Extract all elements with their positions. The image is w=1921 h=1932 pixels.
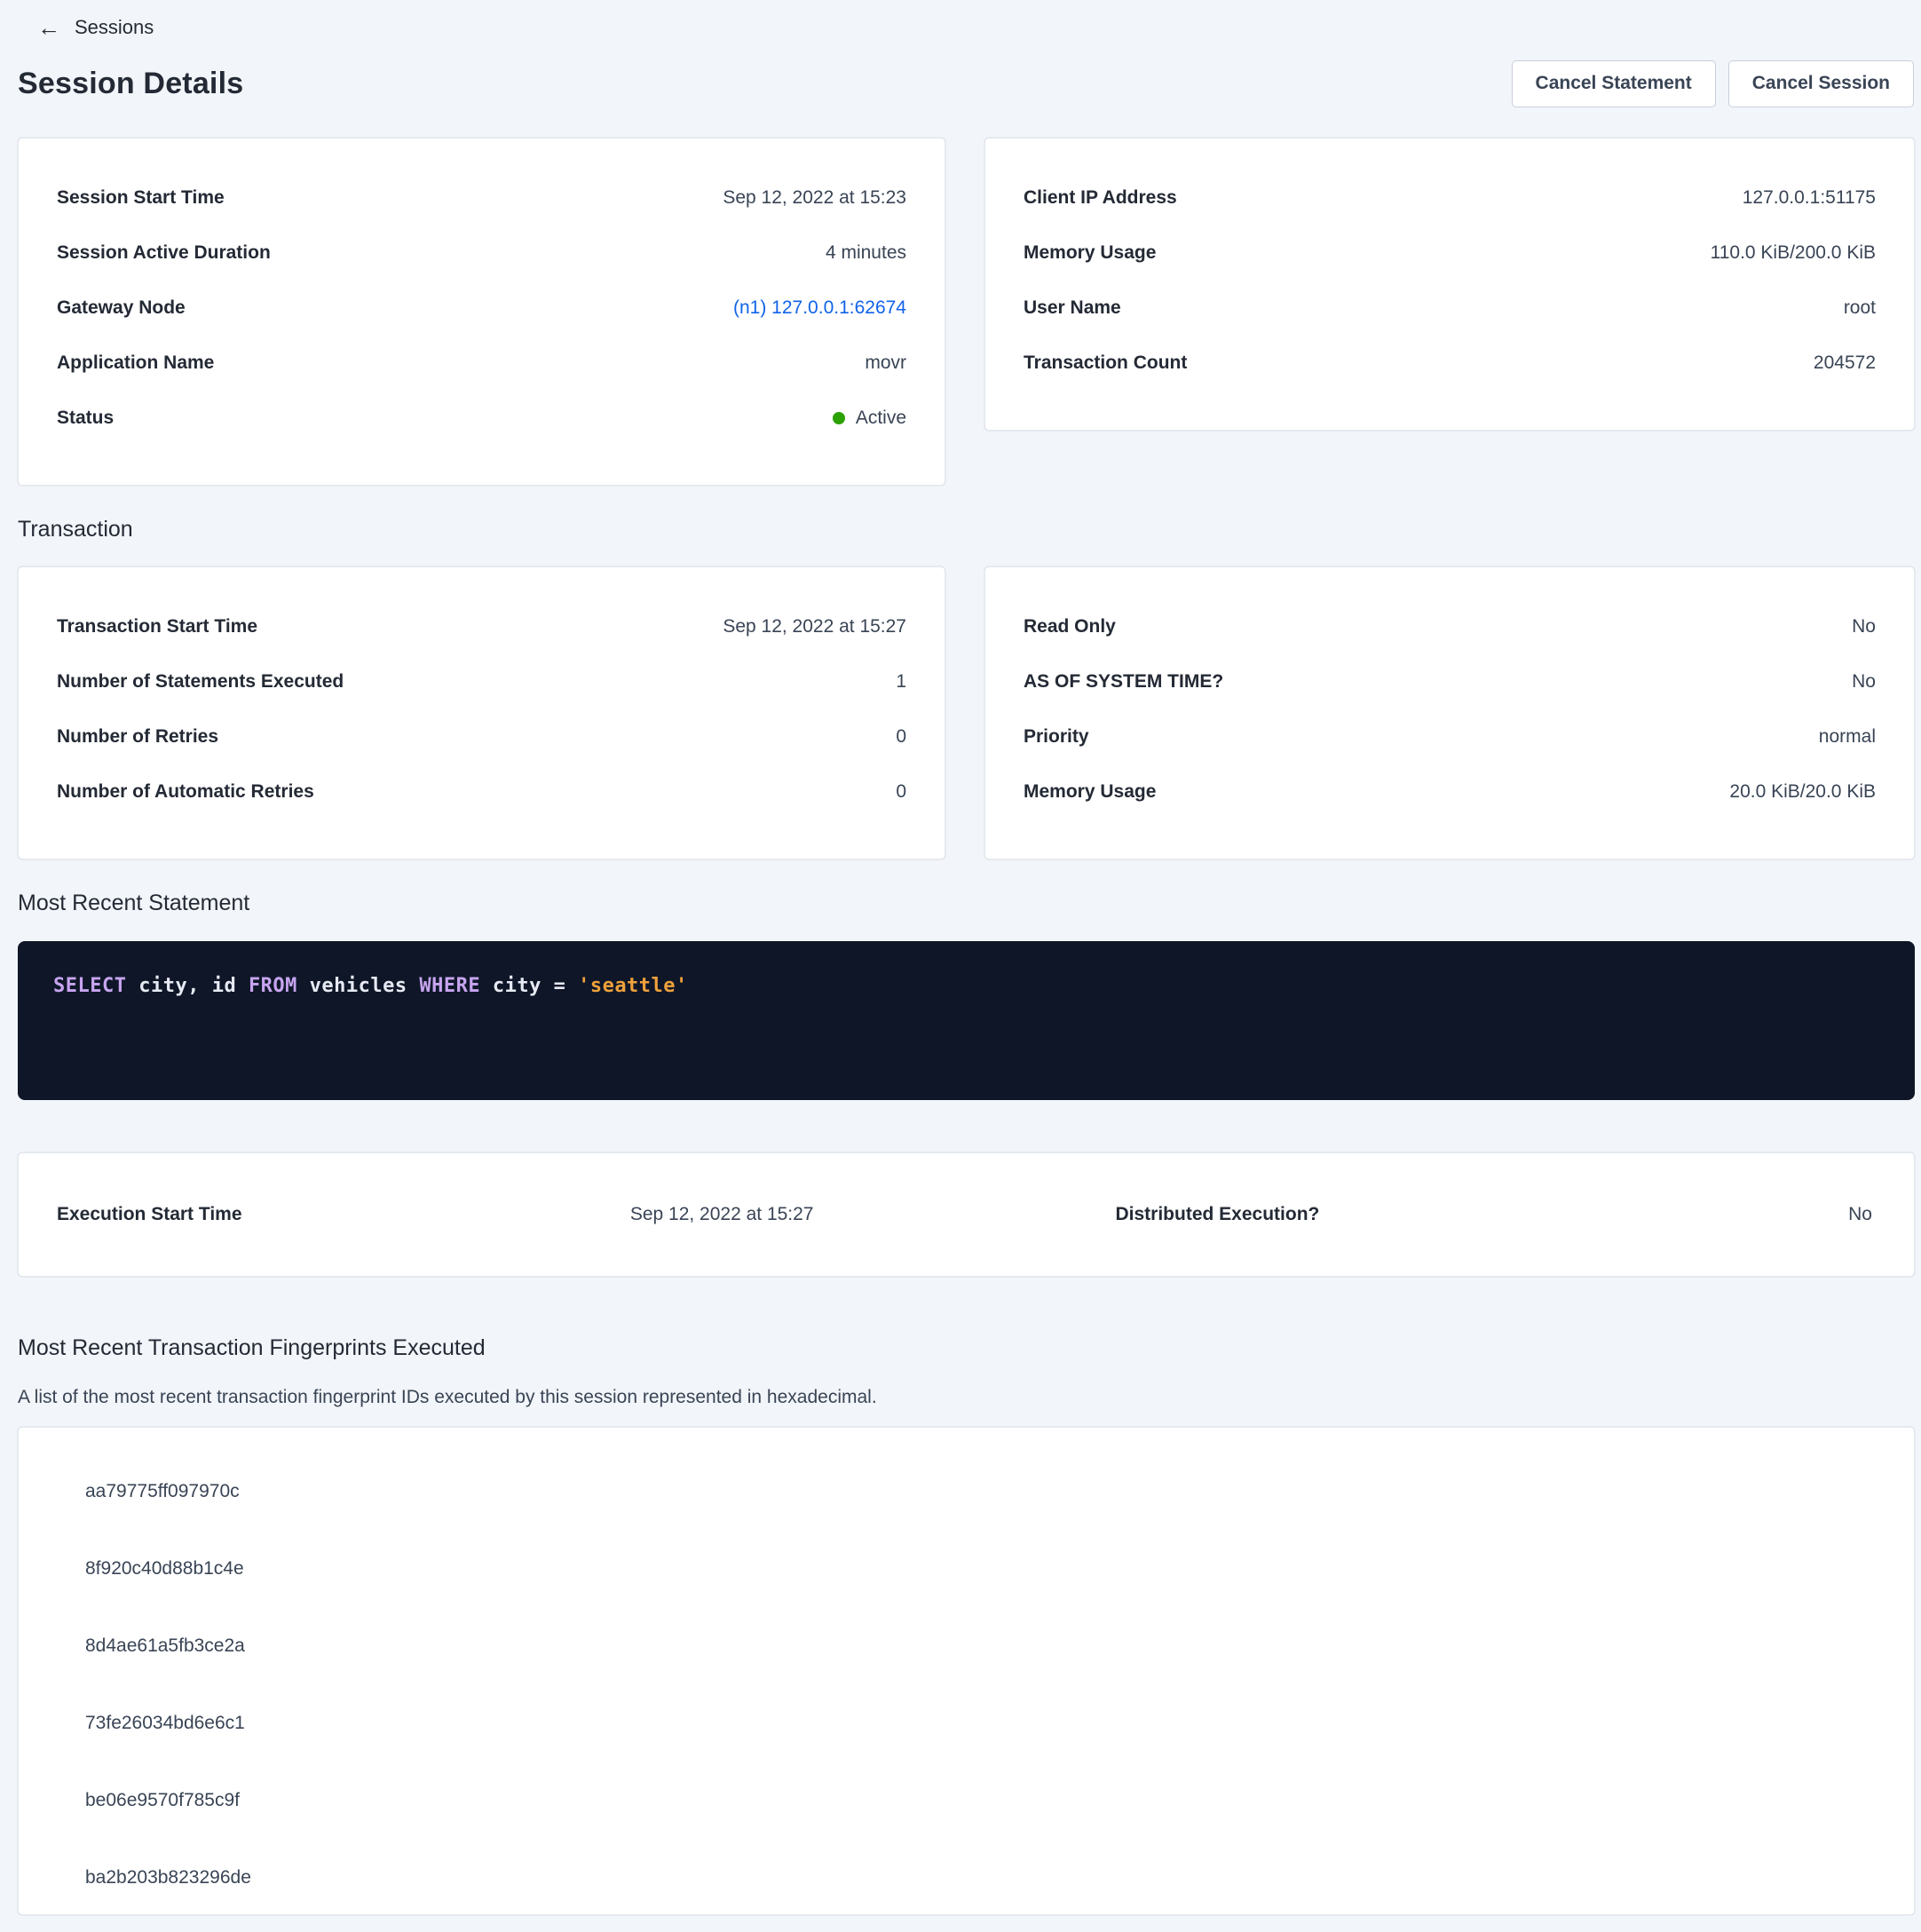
status-badge: Active bbox=[833, 408, 906, 429]
row-label: User Name bbox=[1024, 297, 1121, 319]
sql-statement-text: SELECT city, id FROM vehicles WHERE city… bbox=[53, 975, 1879, 997]
distributed-execution-item: Distributed Execution? No bbox=[1116, 1204, 1873, 1225]
table-row: Status Active bbox=[57, 391, 906, 446]
row-value: 127.0.0.1:51175 bbox=[1743, 187, 1876, 209]
row-value: No bbox=[1852, 671, 1876, 693]
session-summary-cards: Session Start Time Sep 12, 2022 at 15:23… bbox=[18, 138, 1915, 486]
row-label: Read Only bbox=[1024, 616, 1116, 637]
row-label: Application Name bbox=[57, 352, 214, 374]
back-to-sessions-link[interactable]: ← Sessions bbox=[18, 12, 1915, 43]
row-value: 0 bbox=[896, 726, 906, 748]
table-row: Transaction Count 204572 bbox=[1024, 336, 1876, 391]
sql-token: city = bbox=[480, 975, 578, 997]
row-value: 4 minutes bbox=[826, 242, 906, 264]
sql-statement-box: SELECT city, id FROM vehicles WHERE city… bbox=[18, 941, 1915, 1100]
row-value: Sep 12, 2022 at 15:27 bbox=[630, 1204, 814, 1225]
session-details-page: ← Sessions Session Details Cancel Statem… bbox=[0, 0, 1921, 1915]
arrow-left-icon: ← bbox=[37, 16, 60, 39]
row-value: 1 bbox=[896, 671, 906, 693]
row-label: Priority bbox=[1024, 726, 1089, 748]
row-value: root bbox=[1844, 297, 1876, 319]
transaction-section-heading: Transaction bbox=[18, 517, 1915, 542]
row-label: Memory Usage bbox=[1024, 242, 1156, 264]
table-row: Priority normal bbox=[1024, 709, 1876, 764]
row-label: Execution Start Time bbox=[57, 1204, 242, 1225]
table-row: Number of Retries 0 bbox=[57, 709, 906, 764]
execution-start-time-item: Execution Start Time Sep 12, 2022 at 15:… bbox=[57, 1204, 814, 1225]
sql-token: WHERE bbox=[419, 975, 480, 997]
row-label: Number of Automatic Retries bbox=[57, 781, 314, 803]
table-row: Memory Usage 20.0 KiB/20.0 KiB bbox=[1024, 764, 1876, 820]
row-value: No bbox=[1852, 616, 1876, 637]
row-value: 110.0 KiB/200.0 KiB bbox=[1711, 242, 1876, 264]
fingerprints-card: aa79775ff097970c 8f920c40d88b1c4e 8d4ae6… bbox=[18, 1427, 1915, 1915]
table-row: Read Only No bbox=[1024, 599, 1876, 654]
status-value: Active bbox=[856, 408, 906, 429]
row-label: Transaction Count bbox=[1024, 352, 1187, 374]
sql-token: SELECT bbox=[53, 975, 126, 997]
gateway-node-link[interactable]: (n1) 127.0.0.1:62674 bbox=[733, 297, 906, 319]
list-item: 8f920c40d88b1c4e bbox=[57, 1530, 1876, 1607]
list-item: be06e9570f785c9f bbox=[57, 1762, 1876, 1839]
row-label: Distributed Execution? bbox=[1116, 1204, 1320, 1225]
row-label: Number of Retries bbox=[57, 726, 218, 748]
row-label: Memory Usage bbox=[1024, 781, 1156, 803]
page-title: Session Details bbox=[18, 67, 243, 101]
table-row: Gateway Node (n1) 127.0.0.1:62674 bbox=[57, 281, 906, 336]
row-label: AS OF SYSTEM TIME? bbox=[1024, 671, 1223, 693]
sql-token: 'seattle' bbox=[578, 975, 688, 997]
table-row: Session Active Duration 4 minutes bbox=[57, 226, 906, 281]
row-value: No bbox=[1848, 1204, 1872, 1225]
list-item: 73fe26034bd6e6c1 bbox=[57, 1684, 1876, 1762]
row-label: Status bbox=[57, 408, 114, 429]
table-row: User Name root bbox=[1024, 281, 1876, 336]
table-row: Number of Statements Executed 1 bbox=[57, 654, 906, 709]
row-label: Client IP Address bbox=[1024, 187, 1177, 209]
session-summary-card-right: Client IP Address 127.0.0.1:51175 Memory… bbox=[984, 138, 1915, 431]
session-summary-card-left: Session Start Time Sep 12, 2022 at 15:23… bbox=[18, 138, 945, 486]
statement-section-heading: Most Recent Statement bbox=[18, 891, 1915, 916]
fingerprints-description: A list of the most recent transaction fi… bbox=[18, 1387, 1915, 1408]
row-label: Number of Statements Executed bbox=[57, 671, 344, 693]
row-label: Gateway Node bbox=[57, 297, 186, 319]
cancel-session-button[interactable]: Cancel Session bbox=[1728, 60, 1914, 107]
execution-card: Execution Start Time Sep 12, 2022 at 15:… bbox=[18, 1152, 1915, 1277]
row-label: Session Active Duration bbox=[57, 242, 271, 264]
table-row: Number of Automatic Retries 0 bbox=[57, 764, 906, 820]
back-label: Sessions bbox=[75, 16, 154, 39]
cancel-statement-button[interactable]: Cancel Statement bbox=[1512, 60, 1716, 107]
list-item: 8d4ae61a5fb3ce2a bbox=[57, 1607, 1876, 1684]
table-row: Application Name movr bbox=[57, 336, 906, 391]
row-value: movr bbox=[865, 352, 906, 374]
row-label: Transaction Start Time bbox=[57, 616, 257, 637]
row-value: Sep 12, 2022 at 15:23 bbox=[723, 187, 906, 209]
list-item: ba2b203b823296de bbox=[57, 1839, 1876, 1915]
transaction-card-right: Read Only No AS OF SYSTEM TIME? No Prior… bbox=[984, 566, 1915, 859]
table-row: Memory Usage 110.0 KiB/200.0 KiB bbox=[1024, 226, 1876, 281]
sql-token: FROM bbox=[249, 975, 297, 997]
table-row: Transaction Start Time Sep 12, 2022 at 1… bbox=[57, 599, 906, 654]
status-active-dot-icon bbox=[833, 412, 845, 424]
table-row: AS OF SYSTEM TIME? No bbox=[1024, 654, 1876, 709]
list-item: aa79775ff097970c bbox=[57, 1453, 1876, 1530]
sql-token: city, id bbox=[126, 975, 248, 997]
sql-token: vehicles bbox=[297, 975, 419, 997]
table-row: Session Start Time Sep 12, 2022 at 15:23 bbox=[57, 170, 906, 226]
transaction-card-left: Transaction Start Time Sep 12, 2022 at 1… bbox=[18, 566, 945, 859]
action-buttons: Cancel Statement Cancel Session bbox=[1512, 60, 1915, 107]
transaction-cards: Transaction Start Time Sep 12, 2022 at 1… bbox=[18, 566, 1915, 859]
fingerprints-section-heading: Most Recent Transaction Fingerprints Exe… bbox=[18, 1335, 1915, 1361]
table-row: Client IP Address 127.0.0.1:51175 bbox=[1024, 170, 1876, 226]
row-label: Session Start Time bbox=[57, 187, 225, 209]
row-value: 20.0 KiB/20.0 KiB bbox=[1729, 781, 1876, 803]
row-value: normal bbox=[1819, 726, 1876, 748]
row-value: Sep 12, 2022 at 15:27 bbox=[723, 616, 906, 637]
row-value: 204572 bbox=[1814, 352, 1876, 374]
row-value: 0 bbox=[896, 781, 906, 803]
title-row: Session Details Cancel Statement Cancel … bbox=[18, 59, 1915, 108]
